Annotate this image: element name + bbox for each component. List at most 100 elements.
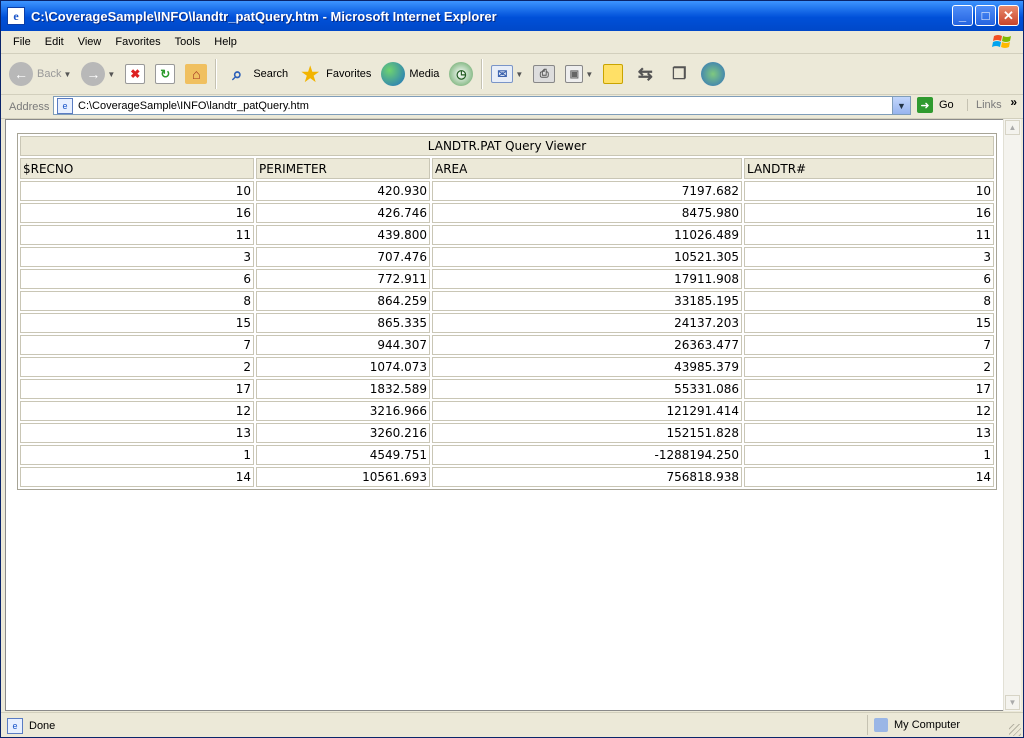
table-cell: 864.259	[256, 291, 430, 311]
people-icon	[701, 62, 726, 86]
menu-edit[interactable]: Edit	[38, 36, 71, 48]
edit-icon: ▣	[565, 65, 584, 83]
address-input[interactable]: e C:\CoverageSample\INFO\landtr_patQuery…	[53, 96, 911, 115]
table-cell: -1288194.250	[432, 445, 742, 465]
page-done-icon: e	[7, 717, 23, 734]
mail-button[interactable]: ✉ ▼	[489, 58, 525, 90]
scroll-down-icon[interactable]: ▼	[1005, 695, 1020, 710]
zone-label: My Computer	[894, 719, 961, 731]
links-chevron-icon[interactable]: »	[1010, 95, 1017, 109]
minimize-button[interactable]: _	[952, 5, 973, 26]
forward-button[interactable]: → ▼	[79, 58, 117, 90]
note-icon	[603, 64, 624, 84]
table-cell: 14	[744, 467, 994, 487]
table-row: 2 1074.073 43985.379 2	[20, 357, 994, 377]
research-arrows-icon: ⇆	[637, 63, 653, 84]
back-button[interactable]: ← Back ▼	[7, 58, 73, 90]
messenger-button[interactable]: ❐	[665, 58, 693, 90]
links-toolbar[interactable]: Links	[967, 99, 1002, 111]
ie-page-icon: e	[7, 7, 25, 25]
table-cell: 11026.489	[432, 225, 742, 245]
contacts-button[interactable]	[699, 58, 727, 90]
table-cell: 10	[744, 181, 994, 201]
table-cell: 14	[20, 467, 254, 487]
table-cell: 439.800	[256, 225, 430, 245]
menu-view[interactable]: View	[71, 36, 109, 48]
mail-icon: ✉	[491, 65, 514, 83]
back-arrow-icon: ←	[9, 62, 33, 86]
column-header-area: AREA	[432, 158, 742, 179]
table-cell: 3	[744, 247, 994, 267]
scroll-up-icon[interactable]: ▲	[1005, 120, 1020, 135]
edit-dropdown-icon[interactable]: ▼	[585, 70, 593, 79]
mail-dropdown-icon[interactable]: ▼	[515, 70, 523, 79]
table-cell: 7	[20, 335, 254, 355]
media-globe-icon	[381, 62, 406, 86]
table-cell: 3	[20, 247, 254, 267]
table-cell: 17911.908	[432, 269, 742, 289]
research-button[interactable]: ⇆	[631, 58, 659, 90]
stop-icon: ✖	[125, 64, 146, 84]
table-cell: 33185.195	[432, 291, 742, 311]
table-cell: 11	[20, 225, 254, 245]
copy-icon: ❐	[672, 66, 687, 83]
discuss-button[interactable]	[601, 58, 625, 90]
resize-grip[interactable]	[1009, 724, 1021, 736]
print-button[interactable]: ⎙	[531, 58, 557, 90]
close-button[interactable]: ✕	[998, 5, 1019, 26]
table-cell: 1	[744, 445, 994, 465]
table-cell: 8	[744, 291, 994, 311]
maximize-button[interactable]: □	[975, 5, 996, 26]
table-cell: 1832.589	[256, 379, 430, 399]
table-cell: 420.930	[256, 181, 430, 201]
page-content: LANDTR.PAT Query Viewer $RECNO PERIMETER…	[5, 119, 1005, 711]
forward-dropdown-icon[interactable]: ▼	[107, 70, 115, 79]
stop-button[interactable]: ✖	[123, 58, 147, 90]
page-icon: e	[57, 97, 73, 114]
table-cell: 426.746	[256, 203, 430, 223]
table-cell: 6	[20, 269, 254, 289]
favorites-button[interactable]: ★ Favorites	[296, 58, 373, 90]
edit-button[interactable]: ▣ ▼	[563, 58, 595, 90]
table-cell: 152151.828	[432, 423, 742, 443]
table-cell: 8475.980	[432, 203, 742, 223]
menu-help[interactable]: Help	[207, 36, 244, 48]
table-row: 13 3260.216 152151.828 13	[20, 423, 994, 443]
table-row: 14 10561.693 756818.938 14	[20, 467, 994, 487]
go-button[interactable]: ➜ Go	[917, 97, 954, 113]
back-dropdown-icon[interactable]: ▼	[63, 70, 71, 79]
title-bar[interactable]: e C:\CoverageSample\INFO\landtr_patQuery…	[1, 1, 1023, 31]
table-row: 15 865.335 24137.203 15	[20, 313, 994, 333]
menu-file[interactable]: File	[1, 36, 38, 48]
vertical-scrollbar[interactable]: ▲ ▼	[1003, 119, 1021, 711]
table-cell: 7197.682	[432, 181, 742, 201]
history-icon: ◷	[449, 62, 474, 86]
table-row: 3 707.476 10521.305 3	[20, 247, 994, 267]
menu-tools[interactable]: Tools	[168, 36, 208, 48]
home-button[interactable]: ⌂	[183, 58, 209, 90]
table-cell: 12	[20, 401, 254, 421]
history-button[interactable]: ◷	[447, 58, 475, 90]
table-row: 12 3216.966 121291.414 12	[20, 401, 994, 421]
media-button[interactable]: Media	[379, 58, 441, 90]
address-url[interactable]: C:\CoverageSample\INFO\landtr_patQuery.h…	[78, 100, 309, 112]
table-cell: 2	[20, 357, 254, 377]
menu-favorites[interactable]: Favorites	[108, 36, 167, 48]
table-cell: 11	[744, 225, 994, 245]
search-button[interactable]: ⌕ Search	[223, 58, 290, 90]
address-dropdown-icon[interactable]: ▼	[892, 97, 910, 114]
browser-window: e C:\CoverageSample\INFO\landtr_patQuery…	[0, 0, 1024, 738]
table-cell: 26363.477	[432, 335, 742, 355]
forward-arrow-icon: →	[81, 62, 106, 86]
table-cell: 772.911	[256, 269, 430, 289]
table-cell: 6	[744, 269, 994, 289]
table-cell: 55331.086	[432, 379, 742, 399]
table-cell: 15	[20, 313, 254, 333]
table-cell: 43985.379	[432, 357, 742, 377]
table-row: 7 944.307 26363.477 7	[20, 335, 994, 355]
table-cell: 7	[744, 335, 994, 355]
refresh-button[interactable]: ↻	[153, 58, 177, 90]
table-row: 10 420.930 7197.682 10	[20, 181, 994, 201]
table-cell: 16	[20, 203, 254, 223]
table-cell: 121291.414	[432, 401, 742, 421]
